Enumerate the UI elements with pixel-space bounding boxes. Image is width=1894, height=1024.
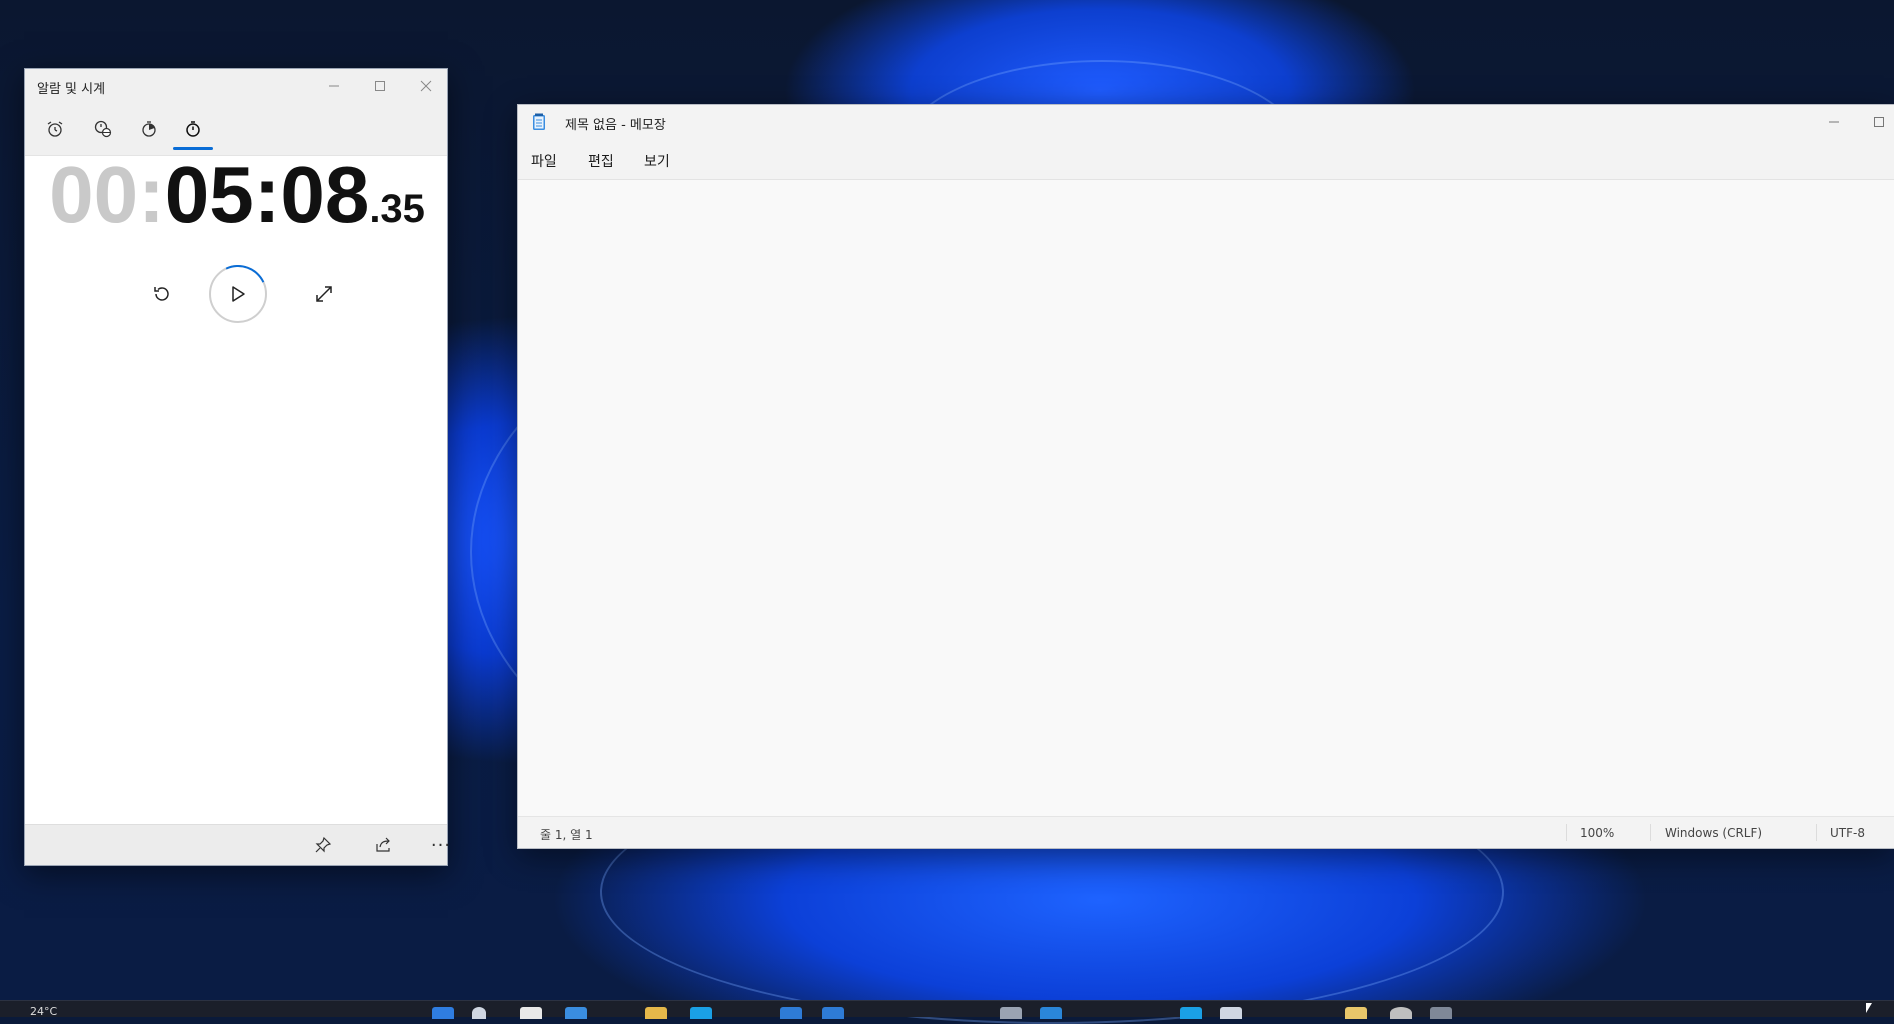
status-separator <box>1650 824 1651 841</box>
more-button[interactable]: ··· <box>423 829 459 861</box>
app-icon[interactable] <box>1180 1007 1202 1019</box>
reset-icon <box>154 287 169 301</box>
stopwatch-controls <box>25 256 449 332</box>
clock-footer: ··· <box>25 824 450 865</box>
app-icon[interactable] <box>1430 1007 1452 1019</box>
menu-view[interactable]: 보기 <box>644 151 670 171</box>
stopwatch-centiseconds: .35 <box>369 187 425 231</box>
clock-taskbar-icon[interactable] <box>1390 1007 1412 1019</box>
app-icon[interactable] <box>1040 1007 1062 1019</box>
file-explorer-icon[interactable] <box>645 1007 667 1019</box>
pin-button[interactable] <box>305 829 341 861</box>
status-separator <box>1816 824 1817 841</box>
status-cursor-position: 줄 1, 열 1 <box>540 828 593 842</box>
notepad-menubar: 파일 편집 보기 <box>518 139 1894 180</box>
alarm-icon <box>47 121 63 137</box>
stopwatch-hours-separator: : <box>138 150 165 239</box>
stopwatch-minutes-seconds: 05:08 <box>164 150 370 239</box>
timer-icon <box>142 121 156 137</box>
progress-arc <box>200 256 276 332</box>
taskbar: 24°C <box>0 1000 1894 1019</box>
maximize-icon <box>375 81 385 91</box>
app-icon[interactable] <box>1000 1007 1022 1019</box>
menu-edit[interactable]: 편집 <box>588 151 614 171</box>
notepad-icon <box>533 113 545 130</box>
close-icon <box>420 80 432 92</box>
pin-icon <box>315 836 332 853</box>
weather-widget[interactable]: 24°C <box>30 1005 57 1018</box>
maximize-icon <box>1874 117 1884 127</box>
app-icon[interactable] <box>822 1007 844 1019</box>
mouse-cursor <box>1866 1003 1872 1013</box>
task-view-icon[interactable] <box>520 1007 542 1019</box>
stopwatch-icon <box>186 121 200 137</box>
menu-file[interactable]: 파일 <box>531 151 557 171</box>
status-encoding: UTF-8 <box>1830 826 1865 840</box>
clock-titlebar[interactable]: 알람 및 시계 <box>25 69 447 105</box>
play-button[interactable] <box>200 256 276 332</box>
world-clock-icon <box>94 120 112 138</box>
minimize-icon <box>329 85 339 87</box>
expand-icon <box>316 286 332 302</box>
close-button[interactable] <box>403 69 449 103</box>
share-icon <box>376 837 390 852</box>
clock-window-title: 알람 및 시계 <box>37 82 106 97</box>
notepad-window-title: 제목 없음 - 메모장 <box>565 118 666 133</box>
minimize-icon <box>1829 121 1839 123</box>
app-icon[interactable] <box>1345 1007 1367 1019</box>
search-icon[interactable] <box>472 1007 486 1019</box>
status-separator <box>1566 824 1567 841</box>
edge-icon[interactable] <box>690 1007 712 1019</box>
notepad-window: 제목 없음 - 메모장 파일 편집 보기 줄 1, 열 1 100% Windo… <box>517 104 1894 849</box>
notepad-minimize-button[interactable] <box>1811 105 1857 139</box>
notepad-status-bar: 줄 1, 열 1 100% Windows (CRLF) UTF-8 <box>518 816 1894 848</box>
status-line-ending: Windows (CRLF) <box>1665 826 1763 840</box>
stopwatch-time: 00:05:08.35 <box>25 149 449 241</box>
tab-timer[interactable] <box>129 115 169 143</box>
chat-icon[interactable] <box>565 1007 587 1019</box>
start-icon[interactable] <box>432 1007 454 1019</box>
stopwatch-hours: 00 <box>49 150 139 239</box>
tab-alarm[interactable] <box>35 115 75 143</box>
status-zoom: 100% <box>1580 826 1615 840</box>
notepad-titlebar[interactable]: 제목 없음 - 메모장 <box>518 105 1894 139</box>
reset-button[interactable] <box>142 274 182 314</box>
expand-button[interactable] <box>304 274 344 314</box>
notepad-taskbar-icon[interactable] <box>1220 1007 1242 1019</box>
app-icon[interactable] <box>780 1007 802 1019</box>
clock-app-window: 알람 및 시계 00:05:08.35 ··· <box>24 68 450 866</box>
maximize-button[interactable] <box>357 69 403 103</box>
tab-world-clock[interactable] <box>83 115 123 143</box>
notepad-text-area[interactable] <box>518 180 1894 817</box>
minimize-button[interactable] <box>311 69 357 103</box>
tab-stopwatch[interactable] <box>173 115 213 143</box>
share-button[interactable] <box>365 829 401 861</box>
notepad-maximize-button[interactable] <box>1856 105 1894 139</box>
